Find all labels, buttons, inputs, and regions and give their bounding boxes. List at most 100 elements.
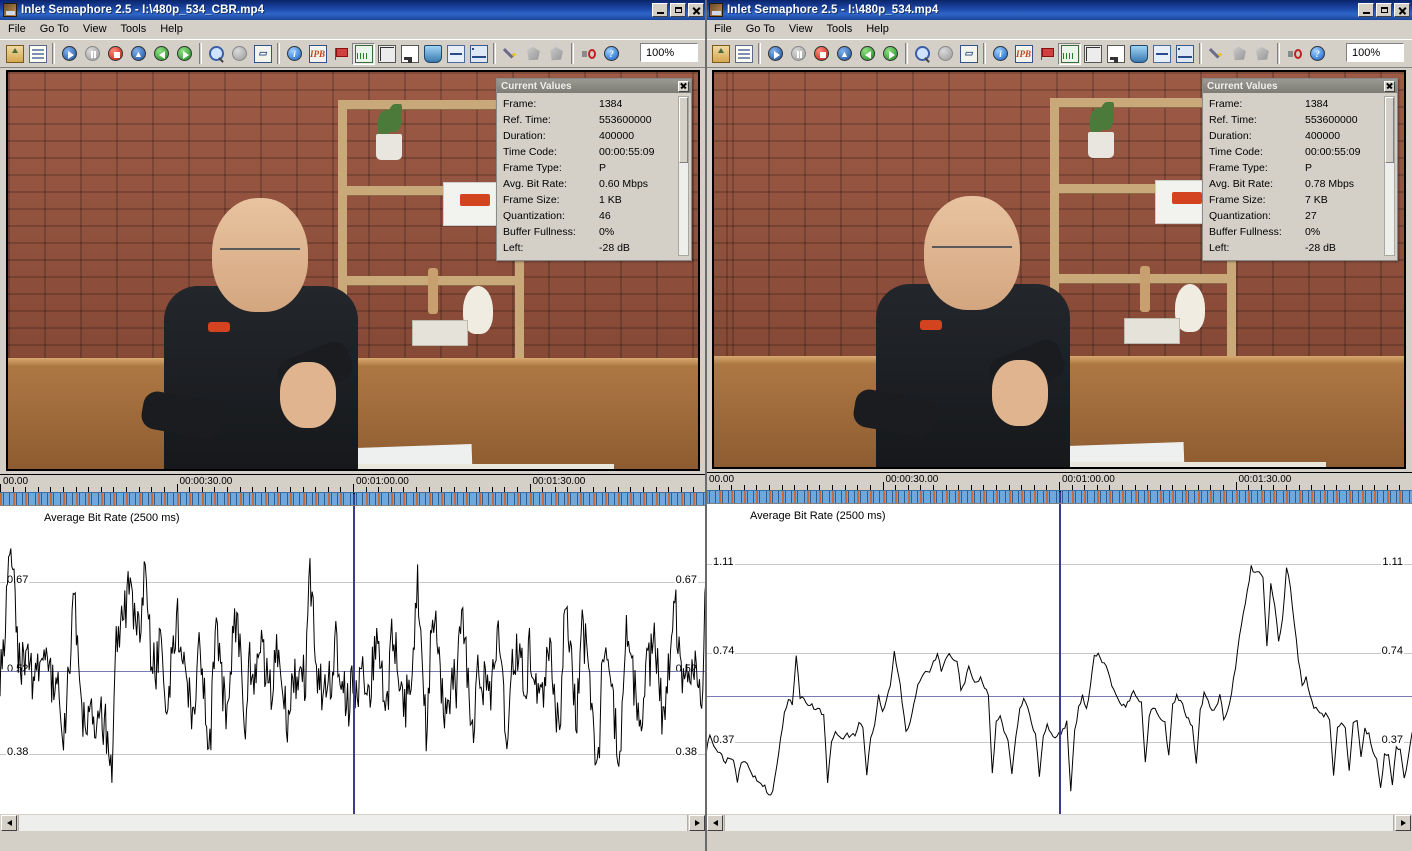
current-values-scrollbar[interactable] [1384, 96, 1395, 256]
current-values-panel[interactable]: Current Values Frame: 1384 Ref. Time: 5536… [1202, 78, 1398, 261]
zoom-in-icon[interactable] [205, 43, 228, 65]
measure-icon[interactable] [1150, 43, 1173, 65]
timeline-ruler-area[interactable]: 00.00 00:00:30.00 00:01:00.00 00:01:30.00 [0, 474, 706, 505]
bitrate-graph-icon[interactable] [352, 42, 375, 65]
export-icon[interactable]: ▲ [127, 43, 150, 65]
menu-goto[interactable]: Go To [40, 22, 78, 37]
scrollbar-thumb[interactable] [679, 97, 688, 164]
compare-b-icon[interactable] [1251, 43, 1274, 65]
histogram-icon[interactable] [398, 43, 421, 65]
play-icon[interactable] [764, 43, 787, 65]
maximize-button[interactable] [670, 3, 686, 17]
close-button[interactable] [1394, 3, 1410, 17]
menu-view[interactable]: View [789, 22, 822, 37]
zoom-out-icon[interactable] [934, 43, 957, 65]
playhead-marker[interactable] [353, 506, 355, 814]
audio-icon[interactable] [1283, 43, 1306, 65]
color-icon[interactable] [1127, 43, 1150, 65]
histogram-icon[interactable] [1104, 43, 1127, 65]
file-properties-icon[interactable] [732, 43, 755, 65]
timeline-ruler-area[interactable]: 00.00 00:00:30.00 00:01:00.00 00:01:30.00 [706, 472, 1412, 503]
next-icon[interactable] [173, 43, 196, 65]
menu-file[interactable]: File [8, 22, 35, 37]
info-icon[interactable]: i [989, 43, 1012, 65]
open-file-icon[interactable] [3, 43, 26, 65]
open-file-icon[interactable] [709, 43, 732, 65]
zoom-level-input[interactable]: 100% [1346, 43, 1404, 62]
next-icon[interactable] [879, 43, 902, 65]
measure-icon[interactable] [444, 43, 467, 65]
close-button[interactable] [688, 3, 704, 17]
menu-tools[interactable]: Tools [827, 22, 862, 37]
menu-file[interactable]: File [714, 22, 741, 37]
video-preview[interactable]: Current Values Frame: 1384 Ref. Time: 5536… [712, 70, 1406, 469]
horizontal-scrollbar[interactable] [0, 813, 706, 832]
flag-icon[interactable] [329, 43, 352, 65]
current-values-close-icon[interactable] [1384, 80, 1395, 92]
stop-icon[interactable] [810, 43, 833, 65]
frame-type-bar[interactable] [706, 490, 1412, 503]
zoom-in-icon[interactable] [911, 43, 934, 65]
bitrate-chart[interactable]: Average Bit Rate (2500 ms) 0.67 0.67 0.52 0… [0, 505, 706, 832]
zoom-out-icon[interactable] [228, 43, 251, 65]
timeline-ruler[interactable]: 00.00 00:00:30.00 00:01:00.00 00:01:30.00 [706, 472, 1412, 490]
horizontal-scrollbar[interactable] [706, 813, 1412, 832]
menu-tools[interactable]: Tools [121, 22, 156, 37]
playhead-marker[interactable] [1059, 491, 1061, 503]
minimize-button[interactable] [652, 3, 668, 17]
video-preview[interactable]: Current Values Frame: 1384 Ref. Time: 5536… [6, 70, 700, 471]
file-properties-icon[interactable] [26, 43, 49, 65]
scroll-track[interactable] [18, 815, 688, 831]
current-values-close-icon[interactable] [678, 80, 689, 92]
film-strip-icon[interactable] [467, 43, 490, 65]
pause-icon[interactable] [81, 43, 104, 65]
menu-goto[interactable]: Go To [746, 22, 784, 37]
zoom-level-input[interactable]: 100% [640, 43, 698, 62]
info-icon[interactable]: i [283, 43, 306, 65]
magic-wand-icon[interactable] [1205, 43, 1228, 65]
audio-icon[interactable] [577, 43, 600, 65]
compare-a-icon[interactable] [522, 43, 545, 65]
timeline-ruler[interactable]: 00.00 00:00:30.00 00:01:00.00 00:01:30.00 [0, 474, 706, 492]
snapshot-icon[interactable]: ▭ [251, 43, 274, 65]
snapshot-icon[interactable]: ▭ [957, 43, 980, 65]
pause-icon[interactable] [787, 43, 810, 65]
menu-view[interactable]: View [83, 22, 116, 37]
title-bar[interactable]: Inlet Semaphore 2.5 - I:\480p_534_CBR.mp… [0, 0, 706, 20]
grid-overlay-icon[interactable] [375, 43, 398, 65]
play-icon[interactable] [58, 43, 81, 65]
scroll-right-button[interactable] [1395, 815, 1411, 831]
export-icon[interactable]: ▲ [833, 43, 856, 65]
frame-bar-icon[interactable]: IPB [1012, 43, 1035, 65]
scrollbar-thumb[interactable] [1385, 97, 1394, 164]
minimize-button[interactable] [1358, 3, 1374, 17]
frame-bar-icon[interactable]: IPB [306, 43, 329, 65]
frame-type-bar[interactable] [0, 492, 706, 505]
menu-help[interactable]: Help [866, 22, 898, 37]
title-bar[interactable]: Inlet Semaphore 2.5 - I:\480p_534.mp4 [706, 0, 1412, 20]
flag-icon[interactable] [1035, 43, 1058, 65]
help-icon[interactable]: ? [600, 43, 623, 65]
color-icon[interactable] [421, 43, 444, 65]
compare-a-icon[interactable] [1228, 43, 1251, 65]
current-values-scrollbar[interactable] [678, 96, 689, 256]
scroll-track[interactable] [724, 815, 1394, 831]
previous-icon[interactable] [150, 43, 173, 65]
previous-icon[interactable] [856, 43, 879, 65]
current-values-panel[interactable]: Current Values Frame: 1384 Ref. Time: 5536… [496, 78, 692, 261]
scroll-right-button[interactable] [689, 815, 705, 831]
grid-overlay-icon[interactable] [1081, 43, 1104, 65]
scroll-left-button[interactable] [1, 815, 17, 831]
maximize-button[interactable] [1376, 3, 1392, 17]
playhead-marker[interactable] [353, 493, 355, 505]
playhead-marker[interactable] [1059, 504, 1061, 814]
scroll-left-button[interactable] [707, 815, 723, 831]
compare-b-icon[interactable] [545, 43, 568, 65]
stop-icon[interactable] [104, 43, 127, 65]
bitrate-graph-icon[interactable] [1058, 42, 1081, 65]
magic-wand-icon[interactable] [499, 43, 522, 65]
help-icon[interactable]: ? [1306, 43, 1329, 65]
bitrate-chart[interactable]: Average Bit Rate (2500 ms) 1.11 1.11 0.74 0… [706, 503, 1412, 832]
film-strip-icon[interactable] [1173, 43, 1196, 65]
menu-help[interactable]: Help [160, 22, 192, 37]
